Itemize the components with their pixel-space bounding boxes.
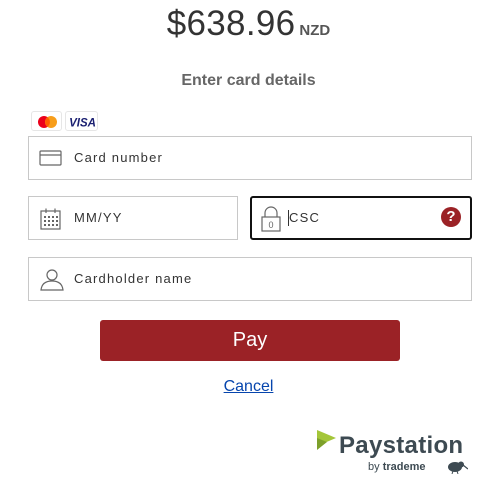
cardholder-placeholder: Cardholder name (74, 271, 193, 286)
expiry-placeholder: MM/YY (74, 210, 123, 225)
logo-wordmark: Paystation (339, 432, 464, 459)
mastercard-icon (31, 111, 62, 131)
form-subtitle: Enter card details (181, 72, 316, 89)
card-brands: VISA (31, 111, 98, 131)
visa-icon: VISA (65, 111, 98, 131)
svg-text:0: 0 (268, 220, 273, 230)
kiwi-icon (448, 461, 468, 474)
play-icon (317, 430, 336, 450)
visa-wordmark: VISA (69, 118, 96, 130)
pay-button[interactable]: Pay (100, 320, 400, 361)
help-icon[interactable]: ? (441, 207, 461, 227)
logo-byline: by trademe (368, 461, 425, 473)
card-number-field[interactable]: Card number (28, 136, 472, 180)
byline-partner: trademe (382, 461, 426, 473)
cancel-container: Cancel (0, 378, 497, 396)
currency-code: NZD (299, 22, 331, 39)
user-icon (39, 268, 65, 297)
csc-placeholder: CSC (289, 210, 321, 225)
card-icon (39, 147, 63, 174)
cardholder-name-field[interactable]: Cardholder name (28, 257, 472, 301)
cancel-link[interactable]: Cancel (224, 378, 274, 395)
payment-amount: $638.96 NZD (0, 4, 497, 44)
lock-icon: 0 (260, 206, 282, 237)
card-number-placeholder: Card number (74, 150, 164, 165)
expiry-field[interactable]: MM/YY (28, 196, 238, 240)
byline-by: by (368, 461, 380, 473)
paystation-logo: Paystation by trademe (316, 427, 476, 477)
csc-field[interactable]: 0 CSC ? (250, 196, 472, 240)
amount-value: $638.96 (166, 4, 296, 43)
calendar-icon (39, 207, 63, 236)
